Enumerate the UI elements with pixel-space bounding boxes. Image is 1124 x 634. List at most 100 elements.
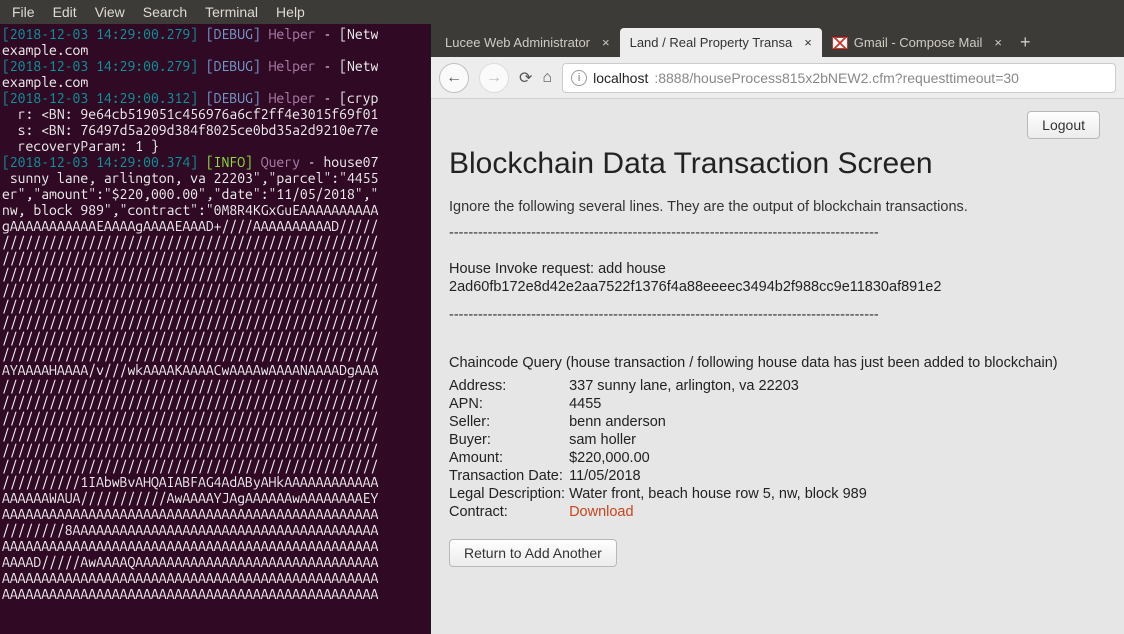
close-icon[interactable]: × — [804, 35, 812, 50]
browser-window: Lucee Web Administrator × Land / Real Pro… — [430, 24, 1124, 634]
log-line: ////////////////////////////////////////… — [2, 282, 378, 298]
field-value: sam holler — [569, 431, 873, 449]
field-value: 337 sunny lane, arlington, va 22203 — [569, 377, 873, 395]
log-line: AAAAAAWAUA///////////AwAAAAYJAgAAAAAAwAA… — [2, 490, 378, 506]
log-msg: - [Netw — [316, 26, 379, 42]
log-line: AYAAAAHAAAA/v///wkAAAAKAAAACwAAAAwAAAANA… — [2, 362, 378, 378]
table-row: Contract:Download — [449, 503, 873, 521]
table-row: Address:337 sunny lane, arlington, va 22… — [449, 377, 873, 395]
log-line: AAAAAAAAAAAAAAAAAAAAAAAAAAAAAAAAAAAAAAAA… — [2, 586, 378, 602]
field-label: Address: — [449, 377, 569, 395]
log-line: example.com — [2, 74, 88, 90]
field-value: $220,000.00 — [569, 449, 873, 467]
new-tab-button[interactable]: + — [1012, 28, 1039, 57]
invoke-request-label: House Invoke request: add house — [449, 261, 1106, 277]
log-line: example.com — [2, 42, 88, 58]
home-button[interactable]: ⌂ — [542, 69, 552, 87]
log-line: ////////////////////////////////////////… — [2, 330, 378, 346]
table-row: Seller:benn anderson — [449, 413, 873, 431]
tab-land-property[interactable]: Land / Real Property Transa × — [620, 28, 822, 57]
table-row: Legal Description:Water front, beach hou… — [449, 485, 873, 503]
tab-label: Lucee Web Administrator — [445, 35, 590, 50]
log-line: recoveryParam: 1 } — [2, 138, 159, 154]
log-level: [DEBUG] — [206, 26, 261, 42]
field-label: Legal Description: — [449, 485, 569, 503]
log-line: ////////////////////////////////////////… — [2, 298, 378, 314]
log-line: nw, block 989","contract":"0M8R4KGxGuEAA… — [2, 202, 378, 218]
table-row: APN:4455 — [449, 395, 873, 413]
log-line: r: <BN: 9e64cb519051c456976a6cf2ff4e3015… — [2, 106, 378, 122]
field-label: Buyer: — [449, 431, 569, 449]
separator: ----------------------------------------… — [449, 225, 1106, 241]
field-label: Seller: — [449, 413, 569, 431]
url-rest: :8888/houseProcess815x2bNEW2.cfm?request… — [654, 70, 1019, 86]
tab-gmail[interactable]: Gmail - Compose Mail × — [822, 28, 1012, 57]
reload-button[interactable]: ⟳ — [519, 68, 532, 88]
log-line: er","amount":"$220,000.00","date":"11/05… — [2, 186, 378, 202]
menu-file[interactable]: File — [4, 1, 43, 23]
forward-button[interactable]: → — [479, 63, 509, 93]
chaincode-query-heading: Chaincode Query (house transaction / fol… — [449, 355, 1106, 371]
close-icon[interactable]: × — [994, 35, 1002, 50]
url-host: localhost — [593, 70, 648, 86]
tx-hash: 2ad60fb172e8d42e2aa7522f1376f4a88eeeec34… — [449, 279, 1106, 295]
log-line: ////////////////////////////////////////… — [2, 250, 378, 266]
log-ts: [2018-12-03 14:29:00.279] — [2, 58, 198, 74]
field-value: 11/05/2018 — [569, 467, 873, 485]
field-label: Amount: — [449, 449, 569, 467]
log-line: ////////////////////////////////////////… — [2, 266, 378, 282]
log-src: Query — [261, 154, 300, 170]
log-line: ////////////////////////////////////////… — [2, 378, 378, 394]
menu-view[interactable]: View — [87, 1, 133, 23]
log-line: ////////////////////////////////////////… — [2, 410, 378, 426]
field-label: Contract: — [449, 503, 569, 521]
tab-lucee[interactable]: Lucee Web Administrator × — [435, 28, 620, 57]
page-content: Logout Blockchain Data Transaction Scree… — [431, 99, 1124, 634]
log-msg: - [cryp — [316, 90, 379, 106]
log-line: //////////1IAbwBvAHQAIABFAG4AdAByAHkAAAA… — [2, 474, 378, 490]
table-row: Amount:$220,000.00 — [449, 449, 873, 467]
terminal-pane[interactable]: [2018-12-03 14:29:00.279] [DEBUG] Helper… — [0, 24, 430, 634]
contract-download-link[interactable]: Download — [569, 504, 634, 520]
log-line: AAAAAAAAAAAAAAAAAAAAAAAAAAAAAAAAAAAAAAAA… — [2, 538, 378, 554]
table-row: Transaction Date:11/05/2018 — [449, 467, 873, 485]
terminal-menubar: File Edit View Search Terminal Help — [0, 0, 1124, 24]
log-level: [INFO] — [206, 154, 253, 170]
log-line: gAAAAAAAAAAAEAAAAgAAAAEAAAD+////AAAAAAAA… — [2, 218, 378, 234]
log-line: ////////////////////////////////////////… — [2, 426, 378, 442]
record-table: Address:337 sunny lane, arlington, va 22… — [449, 377, 873, 521]
logout-button[interactable]: Logout — [1027, 111, 1100, 139]
menu-edit[interactable]: Edit — [45, 1, 85, 23]
notice-text: Ignore the following several lines. They… — [449, 199, 1106, 215]
close-icon[interactable]: × — [602, 35, 610, 50]
log-line: ////////////////////////////////////////… — [2, 314, 378, 330]
field-label: APN: — [449, 395, 569, 413]
log-line: AAAAAAAAAAAAAAAAAAAAAAAAAAAAAAAAAAAAAAAA… — [2, 506, 378, 522]
log-line: ////////////////////////////////////////… — [2, 346, 378, 362]
log-src: Helper — [269, 26, 316, 42]
log-line: sunny lane, arlington, va 22203","parcel… — [2, 170, 378, 186]
gmail-icon — [832, 37, 848, 49]
log-src: Helper — [269, 58, 316, 74]
address-bar[interactable]: i localhost :8888/houseProcess815x2bNEW2.… — [562, 63, 1116, 93]
log-line: ////////8AAAAAAAAAAAAAAAAAAAAAAAAAAAAAAA… — [2, 522, 378, 538]
return-button[interactable]: Return to Add Another — [449, 539, 617, 567]
tab-strip: Lucee Web Administrator × Land / Real Pro… — [431, 24, 1124, 57]
separator: ----------------------------------------… — [449, 307, 1106, 323]
menu-help[interactable]: Help — [268, 1, 313, 23]
log-line: ////////////////////////////////////////… — [2, 442, 378, 458]
log-src: Helper — [269, 90, 316, 106]
menu-terminal[interactable]: Terminal — [197, 1, 266, 23]
tab-label: Gmail - Compose Mail — [854, 35, 983, 50]
site-info-icon[interactable]: i — [571, 70, 587, 86]
log-line: s: <BN: 76497d5a209d384f8025ce0bd35a2d92… — [2, 122, 378, 138]
log-line: ////////////////////////////////////////… — [2, 394, 378, 410]
menu-search[interactable]: Search — [135, 1, 195, 23]
browser-toolbar: ← → ⟳ ⌂ i localhost :8888/houseProcess815… — [431, 57, 1124, 99]
field-value: benn anderson — [569, 413, 873, 431]
back-button[interactable]: ← — [439, 63, 469, 93]
log-line: AAAAAAAAAAAAAAAAAAAAAAAAAAAAAAAAAAAAAAAA… — [2, 570, 378, 586]
log-line: ////////////////////////////////////////… — [2, 458, 378, 474]
tab-label: Land / Real Property Transa — [630, 35, 793, 50]
log-ts: [2018-12-03 14:29:00.374] — [2, 154, 198, 170]
